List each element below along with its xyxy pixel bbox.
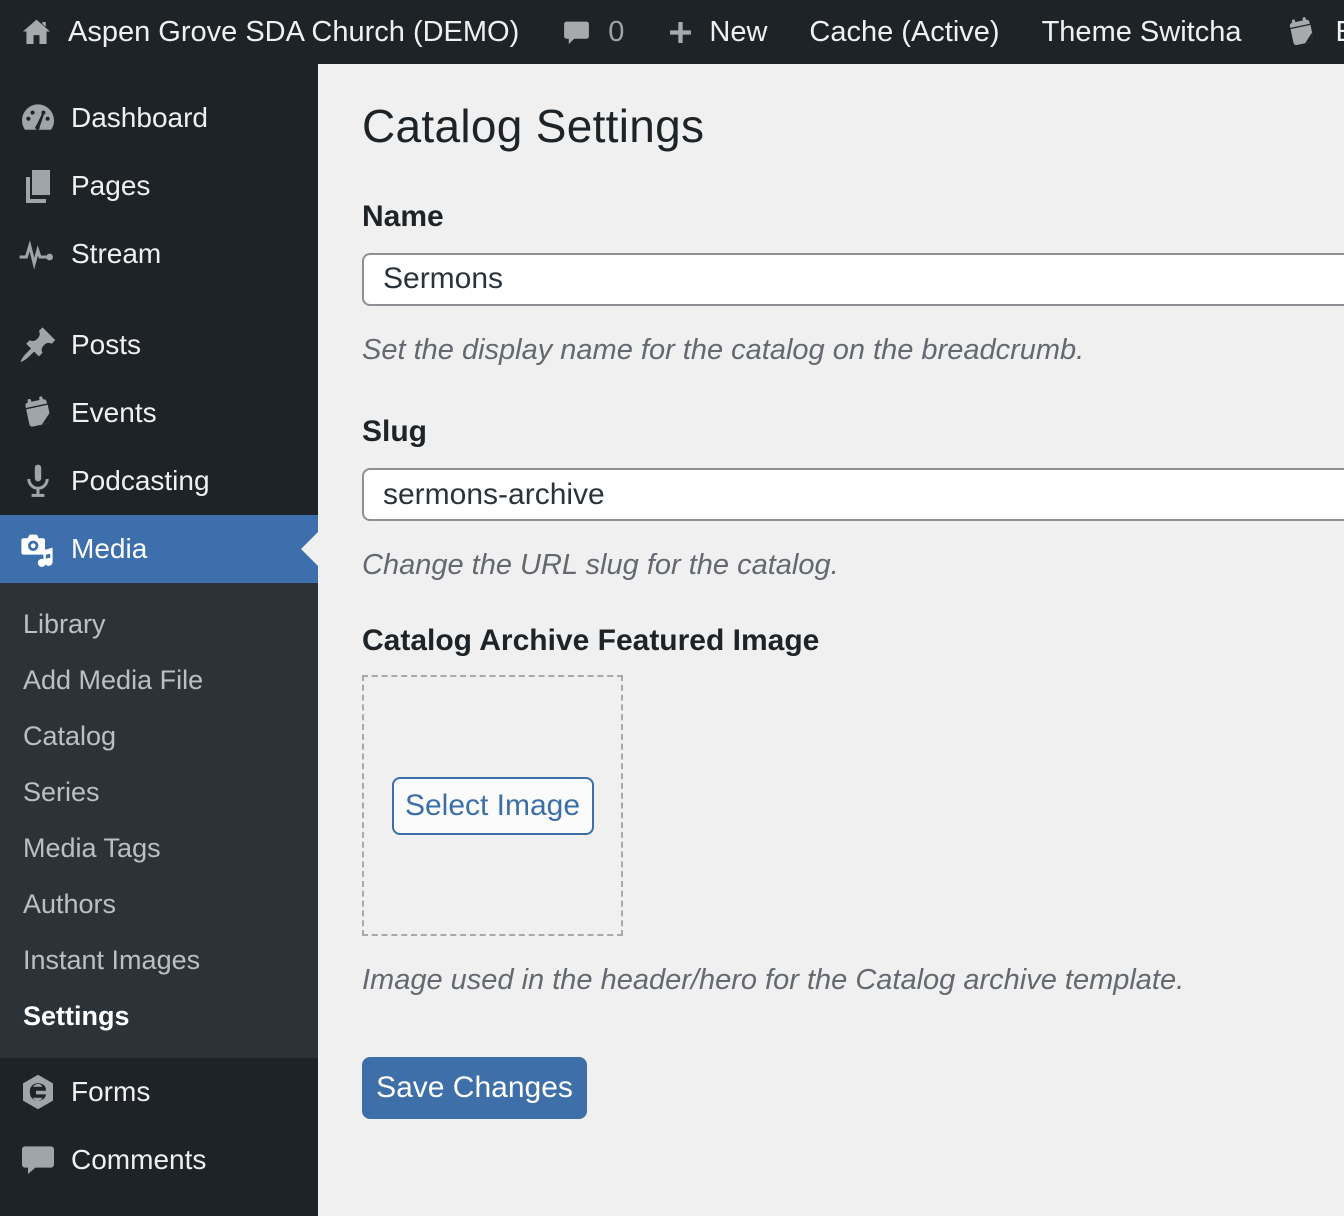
posts-icon bbox=[18, 325, 58, 365]
sidebar-item-pages[interactable]: Pages bbox=[0, 152, 318, 220]
sidebar-item-events[interactable]: Events bbox=[0, 379, 318, 447]
admin-bar: Aspen Grove SDA Church (DEMO) 0 New Cach… bbox=[0, 0, 1344, 64]
main-content: Catalog Settings Name Set the display na… bbox=[318, 64, 1344, 1216]
submenu-label: Catalog bbox=[23, 721, 117, 751]
featured-image-label: Catalog Archive Featured Image bbox=[362, 624, 820, 658]
slug-label: Slug bbox=[362, 415, 427, 449]
events-label: Events bbox=[1335, 16, 1344, 49]
submenu-label: Library bbox=[23, 609, 106, 639]
submenu-label: Settings bbox=[23, 1001, 130, 1031]
sidebar-item-media[interactable]: Media bbox=[0, 515, 318, 583]
cache-menu[interactable]: Cache (Active) bbox=[788, 0, 1020, 64]
sidebar-item-label: Dashboard bbox=[71, 102, 208, 133]
events-icon bbox=[18, 393, 58, 433]
comments-shortcut[interactable]: 0 bbox=[540, 0, 645, 64]
sidebar-item-dashboard[interactable]: Dashboard bbox=[0, 84, 318, 152]
sidebar-item-posts[interactable]: Posts bbox=[0, 311, 318, 379]
name-help: Set the display name for the catalog on … bbox=[362, 333, 1085, 366]
sidebar-item-settings[interactable]: Settings bbox=[0, 988, 318, 1044]
sidebar-item-comments[interactable]: Comments bbox=[0, 1126, 318, 1194]
sidebar-item-catalog[interactable]: Catalog bbox=[0, 708, 318, 764]
save-changes-button[interactable]: Save Changes bbox=[362, 1056, 587, 1119]
podcasting-icon bbox=[18, 461, 58, 501]
pages-icon bbox=[18, 166, 58, 206]
sidebar-item-library[interactable]: Library bbox=[0, 596, 318, 652]
sidebar-item-label: Podcasting bbox=[71, 465, 210, 496]
submenu-label: Media Tags bbox=[23, 833, 161, 863]
menu-separator bbox=[0, 288, 318, 311]
select-image-button[interactable]: Select Image bbox=[391, 776, 594, 835]
name-label: Name bbox=[362, 199, 444, 233]
sidebar-item-label: Forms bbox=[71, 1076, 151, 1107]
comment-bubble-icon bbox=[561, 17, 592, 48]
submenu-label: Series bbox=[23, 777, 100, 807]
sidebar-item-add-media-file[interactable]: Add Media File bbox=[0, 652, 318, 708]
submenu-label: Add Media File bbox=[23, 665, 204, 695]
page-title: Catalog Settings bbox=[362, 100, 705, 152]
sidebar-item-series[interactable]: Series bbox=[0, 764, 318, 820]
submenu-label: Instant Images bbox=[23, 945, 201, 975]
sidebar-item-media-tags[interactable]: Media Tags bbox=[0, 820, 318, 876]
sidebar-item-podcasting[interactable]: Podcasting bbox=[0, 447, 318, 515]
site-name: Aspen Grove SDA Church (DEMO) bbox=[68, 15, 520, 48]
media-submenu: Library Add Media File Catalog Series Me… bbox=[0, 583, 318, 1058]
media-icon bbox=[18, 529, 58, 569]
cache-label: Cache (Active) bbox=[809, 15, 1000, 48]
sidebar-item-label: Pages bbox=[71, 170, 151, 201]
theme-switcher-label: Theme Switcha bbox=[1041, 15, 1242, 48]
name-field-group: Name Set the display name for the catalo… bbox=[362, 199, 1344, 368]
comments-icon bbox=[18, 1140, 58, 1180]
plus-icon bbox=[666, 18, 695, 47]
sidebar-item-forms[interactable]: Forms bbox=[0, 1058, 318, 1126]
sidebar-item-label: Stream bbox=[71, 238, 162, 269]
sidebar-item-label: Posts bbox=[71, 329, 142, 360]
home-icon bbox=[20, 16, 53, 49]
comment-count: 0 bbox=[608, 15, 625, 48]
sidebar-item-label: Media bbox=[71, 533, 148, 564]
dashboard-icon bbox=[18, 98, 58, 138]
forms-icon bbox=[18, 1072, 58, 1112]
sidebar-item-authors[interactable]: Authors bbox=[0, 876, 318, 932]
new-label: New bbox=[709, 15, 768, 48]
site-link[interactable]: Aspen Grove SDA Church (DEMO) bbox=[0, 0, 540, 64]
admin-sidebar: Dashboard Pages Stream Posts Events Podc… bbox=[0, 64, 318, 1216]
name-input[interactable] bbox=[362, 252, 1344, 306]
sidebar-item-instant-images[interactable]: Instant Images bbox=[0, 932, 318, 988]
sidebar-item-stream[interactable]: Stream bbox=[0, 220, 318, 288]
slug-input[interactable] bbox=[362, 468, 1344, 522]
slug-help: Change the URL slug for the catalog. bbox=[362, 549, 839, 582]
featured-image-help: Image used in the header/hero for the Ca… bbox=[362, 964, 1185, 997]
calendar-icon bbox=[1283, 14, 1320, 51]
sidebar-item-label: Comments bbox=[71, 1144, 207, 1175]
featured-image-dropzone: Select Image bbox=[362, 675, 623, 937]
slug-field-group: Slug Change the URL slug for the catalog… bbox=[362, 414, 1344, 583]
theme-switcher-menu[interactable]: Theme Switcha bbox=[1021, 0, 1263, 64]
stream-icon bbox=[18, 234, 58, 274]
featured-image-field-group: Catalog Archive Featured Image Select Im… bbox=[362, 623, 1344, 998]
submenu-label: Authors bbox=[23, 889, 117, 919]
events-shortcut[interactable]: Events bbox=[1262, 0, 1344, 64]
new-content-button[interactable]: New bbox=[645, 0, 788, 64]
sidebar-item-label: Events bbox=[71, 397, 157, 428]
